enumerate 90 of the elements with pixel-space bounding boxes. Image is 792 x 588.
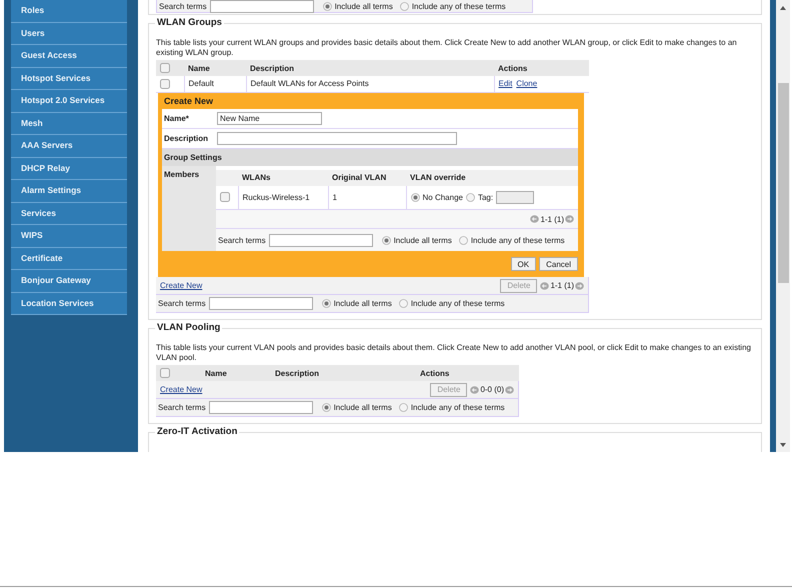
- field-label: Description: [163, 134, 210, 142]
- radio-button[interactable]: [410, 192, 420, 202]
- radio-button[interactable]: [466, 192, 475, 202]
- section-description: This table lists your current VLAN pools and provides basic details about them. Click Create New to add another VLAN pool, or click Edit to make changes to an existing VLAN pool.: [156, 343, 752, 362]
- panel-title: Create New: [163, 94, 214, 108]
- column-header: Actions: [416, 365, 519, 381]
- radio-label: Include all terms: [334, 403, 392, 412]
- search-field[interactable]: [208, 401, 313, 414]
- radio-button[interactable]: [400, 2, 409, 10]
- table-cell: Default: [184, 76, 246, 92]
- sidebar-item[interactable]: Hotspot 2.0 Services: [11, 90, 127, 112]
- previous-page-icon[interactable]: [530, 215, 540, 223]
- action-link[interactable]: Clone: [516, 79, 538, 88]
- dialog-button[interactable]: Cancel: [539, 257, 578, 271]
- sidebar-item[interactable]: Location Services: [11, 292, 127, 315]
- scroll-down-icon[interactable]: [780, 443, 786, 447]
- search-label: Search terms: [158, 403, 206, 412]
- sidebar-item[interactable]: Users: [11, 22, 127, 45]
- section-description: This table lists your current WLAN groups and provides basic details about them. Click Create New to add another WLAN group, or click Edit to make changes to an existing WLAN group.: [156, 38, 738, 57]
- sidebar-item[interactable]: Alarm Settings: [11, 180, 127, 202]
- table-cell: Ruckus-Wireless-1: [238, 186, 328, 210]
- sidebar-item[interactable]: Services: [11, 202, 127, 225]
- radio-button[interactable]: [458, 236, 468, 244]
- sidebar-item[interactable]: Bonjour Gateway: [11, 270, 127, 292]
- scrollbar[interactable]: [776, 0, 790, 452]
- tag-field[interactable]: [496, 190, 534, 204]
- sidebar-item[interactable]: DHCP Relay: [11, 158, 127, 180]
- group-header: Group Settings: [162, 148, 578, 166]
- checkbox[interactable]: [160, 368, 170, 378]
- scroll-up-icon[interactable]: [780, 6, 786, 10]
- radio-label: Include all terms: [394, 236, 452, 244]
- dialog-button[interactable]: OK: [510, 257, 536, 271]
- next-page-icon[interactable]: [505, 386, 514, 394]
- radio-label: Include all terms: [334, 2, 393, 10]
- previous-page-icon[interactable]: [470, 386, 480, 394]
- page-range: 0-0 (0): [480, 385, 504, 394]
- search-field[interactable]: [268, 234, 373, 246]
- column-header: Description: [246, 60, 494, 76]
- sidebar-item[interactable]: AAA Servers: [11, 135, 127, 158]
- field-label: Members: [162, 166, 216, 251]
- column-header: Name: [201, 365, 271, 381]
- section-title: VLAN Pooling: [155, 322, 222, 333]
- search-label: Search terms: [218, 236, 266, 244]
- radio-button[interactable]: [398, 403, 408, 412]
- next-page-icon[interactable]: [575, 282, 584, 290]
- search-label: Search terms: [158, 299, 206, 308]
- radio-label: No Change: [422, 192, 463, 202]
- radio-button[interactable]: [382, 236, 391, 244]
- sidebar-item[interactable]: WIPS: [11, 225, 127, 248]
- radio-button[interactable]: [322, 2, 332, 10]
- create-new-link[interactable]: Create New: [160, 385, 202, 394]
- radio-button[interactable]: [398, 299, 408, 308]
- checkbox[interactable]: [160, 63, 170, 73]
- name-field[interactable]: New Name: [217, 112, 322, 124]
- sidebar-item[interactable]: Roles: [11, 0, 127, 22]
- create-new-link[interactable]: Create New: [160, 281, 202, 290]
- table-cell: 1: [328, 186, 406, 210]
- column-header: Description: [271, 365, 416, 381]
- search-field[interactable]: [208, 297, 313, 310]
- next-page-icon[interactable]: [565, 215, 574, 223]
- radio-label: Tag:: [478, 192, 494, 202]
- radio-label: Include all terms: [334, 299, 392, 308]
- radio-label: Include any of these terms: [412, 2, 506, 10]
- radio-label: Include any of these terms: [410, 299, 505, 308]
- radio-button[interactable]: [322, 403, 331, 412]
- column-header: VLAN override: [406, 170, 578, 186]
- column-header: Actions: [494, 60, 589, 76]
- sidebar-item[interactable]: Guest Access: [11, 45, 127, 68]
- previous-page-icon[interactable]: [540, 282, 550, 290]
- column-header: Name: [184, 60, 246, 76]
- sidebar-item[interactable]: Hotspot Services: [11, 68, 127, 90]
- description-field[interactable]: [217, 132, 457, 144]
- sidebar-item[interactable]: Mesh: [11, 112, 127, 135]
- search-field[interactable]: [210, 0, 314, 12]
- page-range: 1-1 (1): [540, 214, 564, 224]
- checkbox[interactable]: [220, 192, 230, 202]
- column-header: WLANs: [238, 170, 328, 186]
- section-title: Zero-IT Activation: [155, 426, 240, 437]
- column-header: Original VLAN: [328, 170, 406, 186]
- table-cell: Default WLANs for Access Points: [246, 76, 494, 92]
- field-label: Name*: [163, 114, 190, 122]
- search-label: Search terms: [159, 2, 207, 10]
- radio-label: Include any of these terms: [410, 403, 505, 412]
- checkbox[interactable]: [160, 78, 170, 89]
- sidebar-item[interactable]: Certificate: [11, 248, 127, 270]
- section-title: WLAN Groups: [155, 17, 224, 28]
- action-link[interactable]: Edit: [498, 79, 512, 88]
- page-range: 1-1 (1): [550, 281, 574, 290]
- radio-label: Include any of these terms: [470, 236, 565, 244]
- radio-button[interactable]: [322, 299, 331, 308]
